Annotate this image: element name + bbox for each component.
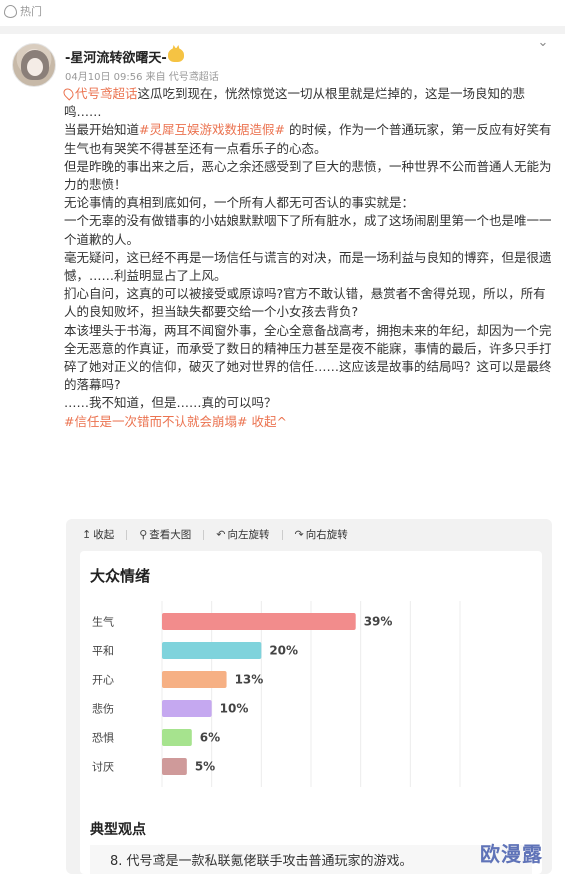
category-label: 平和 <box>92 645 114 658</box>
opinion-title: 典型观点 <box>90 822 146 838</box>
post-line: 但是昨晚的事出来之后，恶心之余还感受到了巨大的悲愤，一种世界不公而普通人无能为力… <box>64 158 552 193</box>
emotion-bar-chart: 生气 39% 平和 20% 开心 13% 悲伤 10% 恐惧 6% 讨厌 5% <box>92 601 461 787</box>
bar <box>162 642 262 659</box>
post-line: 代号鸢超话这瓜吃到现在，恍然惊觉这一切从根里就是烂掉的，这是一场良知的悲鸣…… <box>61 85 554 121</box>
value-label: 20% <box>269 644 298 658</box>
rotate-left-button[interactable]: ↶ 向左旋转 <box>216 527 269 542</box>
post-body: 代号鸢超话这瓜吃到现在，恍然惊觉这一切从根里就是烂掉的，这是一场良知的悲鸣…… … <box>61 85 554 431</box>
fire-icon <box>4 4 17 18</box>
image-card[interactable]: 大众情绪 生气 39% 平和 20% 开心 13% 悲伤 10% 恐惧 6% 讨厌 5% 典型观点 <box>80 551 542 874</box>
magnifier-icon: ⚲ <box>139 528 148 541</box>
bar <box>162 758 187 775</box>
hashtag-link[interactable]: #信任是一次错而不认就会崩塌# <box>64 414 247 429</box>
collapse-button[interactable]: ↥ 收起 <box>82 527 114 542</box>
hashtag-link[interactable]: #灵犀互娱游戏数据造假# <box>139 122 285 137</box>
post-line: 当最开始知道#灵犀互娱游戏数据造假# 的时候，作为一个普通玩家，第一反应有好笑有… <box>64 122 552 156</box>
watermark: 欧漫露 <box>480 842 543 866</box>
section-separator <box>0 26 565 34</box>
crown-icon <box>168 48 184 62</box>
topic-link[interactable]: 代号鸢超话 <box>75 86 138 101</box>
value-label: 13% <box>235 673 264 687</box>
value-label: 10% <box>220 702 249 716</box>
category-label: 生气 <box>92 615 114 629</box>
arrow-up-icon: ↥ <box>82 528 92 541</box>
bar <box>162 613 356 630</box>
post-line: 无论事情的真相到底如何，一个所有人都无可否认的事实就是： <box>64 195 415 211</box>
rotate-right-button[interactable]: ↷ 向右旋转 <box>295 527 348 542</box>
bar <box>162 671 227 688</box>
bar <box>162 700 212 717</box>
post-meta: 04月10日 09:56 来自 代号鸢超话 <box>65 72 219 83</box>
category-label: 悲伤 <box>92 702 114 716</box>
image-toolbar: ↥ 收起 ⚲ 查看大图 ↶ 向左旋转 ↷ 向右旋转 <box>82 527 348 542</box>
post-line: 本该埋头于书海，两耳不闻窗外事，全心全意备战高考，拥抱未来的年纪，却因为一个完全… <box>64 322 552 393</box>
rotate-right-icon: ↷ <box>294 528 304 541</box>
chart-title: 大众情绪 <box>90 567 151 585</box>
bar <box>162 729 192 746</box>
category-label: 恐惧 <box>92 731 114 745</box>
topbar: 热门 <box>0 0 565 22</box>
post-line: ……我不知道，但是……真的可以吗？ <box>64 395 277 411</box>
value-label: 5% <box>195 760 215 774</box>
view-large-button[interactable]: ⚲ 查看大图 <box>139 527 191 542</box>
category-label: 开心 <box>92 674 114 687</box>
value-label: 6% <box>200 731 220 745</box>
post-footer: #信任是一次错而不认就会崩塌# 收起^ <box>64 413 554 431</box>
username[interactable]: -星河流转欲曙天- <box>65 47 167 66</box>
collapse-link[interactable]: 收起^ <box>251 414 286 429</box>
post-line: 一个无辜的没有做错事的小姑娘默默咽下了所有脏水，成了这场闹剧里第一个也是唯一一个… <box>64 213 552 247</box>
post-line: 毫无疑问，这已经不再是一场信任与谎言的对决，而是一场利益与良知的博弈，但是很遗憾… <box>64 249 552 284</box>
category-label: 讨厌 <box>92 761 114 774</box>
rotate-left-icon: ↶ <box>216 528 226 541</box>
value-label: 39% <box>364 615 393 629</box>
avatar[interactable] <box>12 43 56 87</box>
chevron-down-icon[interactable]: ⌄ <box>536 36 550 50</box>
quote-text: 8. 代号鸢是一款私联氪佬联手攻击普通玩家的游戏。 <box>110 854 413 869</box>
hot-label[interactable]: 热门 <box>20 3 42 19</box>
location-icon <box>61 86 76 101</box>
post-line: 扪心自问，这真的可以被接受或原谅吗?官方不敢认错，悬赏者不舍得兑现，所以，所有人… <box>64 286 546 320</box>
image-viewer: ↥ 收起 ⚲ 查看大图 ↶ 向左旋转 ↷ 向右旋转 大众情绪 生气 39% 平和 20% 开心 1… <box>66 519 552 874</box>
